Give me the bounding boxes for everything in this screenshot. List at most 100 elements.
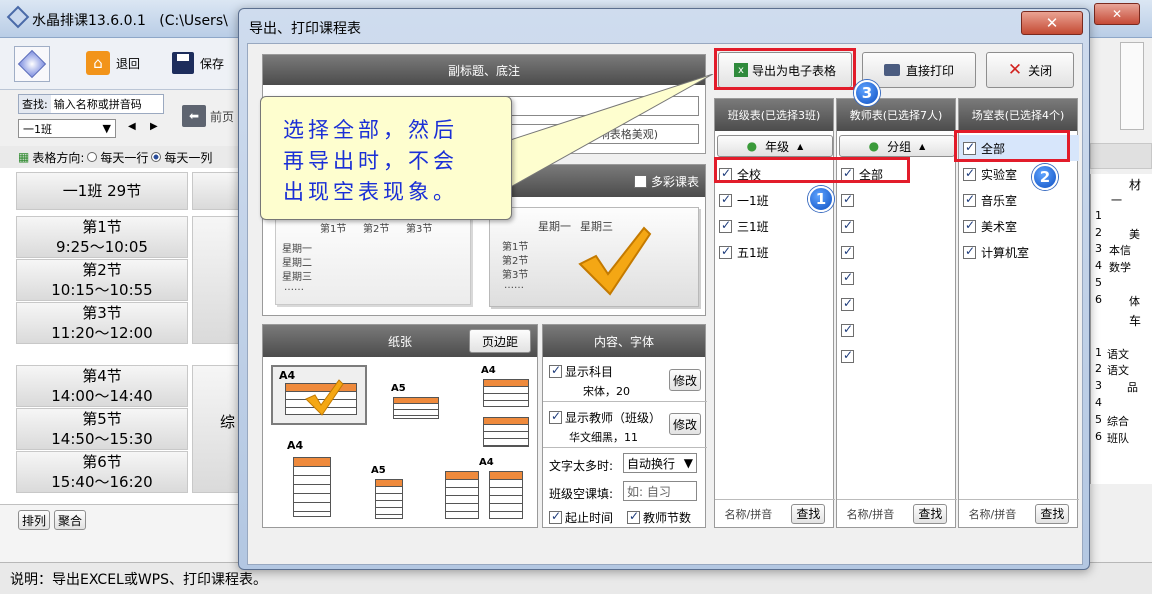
highlight-room-all bbox=[954, 130, 1070, 162]
content-section: 内容、字体 显示科目 宋体，20 修改 显示教师（班级） 华文细黑，11 修改 … bbox=[542, 324, 707, 528]
main-close-button[interactable]: ✕ bbox=[1094, 3, 1140, 25]
search-placeholder: 输入名称或拼音码 bbox=[53, 98, 142, 111]
sort-arrow-icon: ▲ bbox=[919, 141, 926, 151]
empty-fill-input[interactable]: 如: 自习 bbox=[623, 481, 697, 501]
teacher-item[interactable] bbox=[837, 187, 957, 213]
name-pinyin-input[interactable]: 名称/拼音 bbox=[725, 506, 773, 522]
arrange-button[interactable]: 排列 bbox=[18, 510, 50, 530]
filter-icon: ● bbox=[868, 139, 880, 153]
class-search: 名称/拼音 查找 bbox=[715, 499, 835, 527]
paper-a4-portrait[interactable]: A4 bbox=[285, 439, 337, 523]
teacher-item[interactable] bbox=[837, 291, 957, 317]
subject-font: 宋体，20 bbox=[583, 385, 630, 398]
find-button[interactable]: 查找 bbox=[791, 503, 826, 524]
find-button[interactable]: 查找 bbox=[1035, 503, 1070, 524]
period-row[interactable]: 第2节 10:15～10:55 bbox=[16, 259, 188, 301]
room-item[interactable]: 实验室 bbox=[959, 161, 1079, 187]
modify-subject-font-button[interactable]: 修改 bbox=[669, 369, 701, 391]
teacher-item[interactable] bbox=[837, 213, 957, 239]
paper-a4-landscape[interactable]: A4 bbox=[271, 365, 367, 425]
tooltip-callout: 选择全部，然后 再导出时，不会 出现空表现象。 bbox=[260, 96, 512, 220]
teacher-font: 华文细黑，11 bbox=[569, 431, 638, 444]
save-button[interactable]: 保存 bbox=[172, 50, 224, 76]
prev-page-button[interactable]: ⬅ 前页 bbox=[182, 103, 240, 129]
period-row[interactable]: 第6节 15:40～16:20 bbox=[16, 451, 188, 493]
grade-filter-button[interactable]: ● 年级 ▲ bbox=[717, 135, 833, 157]
class-select[interactable]: 一1班 ▼ bbox=[18, 119, 116, 138]
overflow-select[interactable]: 自动换行 ▼ bbox=[623, 453, 697, 473]
show-subject-checkbox[interactable] bbox=[549, 363, 562, 378]
highlight-export bbox=[714, 48, 856, 90]
close-button[interactable]: ✕ 关闭 bbox=[986, 52, 1074, 88]
highlight-school bbox=[714, 157, 910, 183]
start-end-checkbox[interactable] bbox=[549, 509, 562, 524]
group-filter-button[interactable]: ● 分组 ▲ bbox=[839, 135, 955, 157]
back-arrow-icon: ⬅ bbox=[182, 105, 206, 127]
exit-button[interactable]: ⌂ 退回 bbox=[86, 50, 140, 76]
merge-button[interactable]: 聚合 bbox=[54, 510, 86, 530]
paper-a4-split[interactable]: A4 bbox=[439, 457, 529, 523]
selected-check-icon bbox=[305, 379, 344, 416]
room-item[interactable]: 音乐室 bbox=[959, 187, 1079, 213]
margin-button[interactable]: 页边距 bbox=[469, 329, 531, 353]
name-pinyin-input[interactable]: 名称/拼音 bbox=[847, 506, 895, 522]
paper-a5-landscape[interactable]: A5 bbox=[389, 383, 443, 423]
step-badge-1: 1 bbox=[808, 186, 834, 212]
main-toolbar: ⌂ 退回 保存 bbox=[0, 38, 240, 90]
period-row[interactable]: 第4节 14:00～14:40 bbox=[16, 365, 188, 407]
style-preview-1[interactable]: 第1节 第2节 第3节 星期一 星期二 星期三 …… bbox=[275, 213, 471, 305]
period-row[interactable]: 第1节 9:25～10:05 bbox=[16, 216, 188, 258]
search-area: 查找: 输入名称或拼音码 一1班 ▼ ◀ ▶ ⬅ 前页 bbox=[0, 90, 240, 146]
selected-check-icon bbox=[578, 226, 652, 296]
tooltip-pointer bbox=[498, 74, 714, 195]
teacher-count-checkbox[interactable] bbox=[627, 509, 640, 524]
table-orientation-icon: ▦ bbox=[18, 150, 30, 164]
print-button[interactable]: 直接打印 bbox=[862, 52, 976, 88]
app-logo-icon bbox=[6, 5, 30, 29]
sort-arrow-icon: ▲ bbox=[797, 141, 804, 151]
teacher-item[interactable] bbox=[837, 239, 957, 265]
search-label: 查找: bbox=[19, 95, 51, 113]
right-schedule-strip: 材 一 1 2 3 4 5 6 美 本信 数学 体 车 1 2 3 4 5 6 … bbox=[1090, 38, 1152, 562]
period-row[interactable]: 第3节 11:20～12:00 bbox=[16, 302, 188, 344]
close-icon: ✕ bbox=[1111, 7, 1123, 21]
export-dialog: 导出、打印课程表 ✕ 副标题、底注 字，以免影响表格美观) 多彩课表 第1节 第… bbox=[238, 8, 1090, 570]
radio-row[interactable] bbox=[87, 152, 98, 162]
modify-teacher-font-button[interactable]: 修改 bbox=[669, 413, 701, 435]
teacher-search: 名称/拼音 查找 bbox=[837, 499, 957, 527]
name-pinyin-input[interactable]: 名称/拼音 bbox=[969, 506, 1017, 522]
content-header: 内容、字体 bbox=[543, 325, 705, 357]
search-input[interactable]: 查找: 输入名称或拼音码 bbox=[18, 94, 164, 114]
next-arrow-icon[interactable]: ▶ bbox=[150, 121, 158, 132]
teacher-item[interactable] bbox=[837, 265, 957, 291]
room-panel-header: 场室表(已选择4个) bbox=[959, 99, 1077, 131]
find-button[interactable]: 查找 bbox=[913, 503, 948, 524]
class-item[interactable]: 三1班 bbox=[715, 213, 835, 239]
main-window-title: 水晶排课13.6.0.1 (C:\Users\ bbox=[32, 13, 228, 29]
radio-column[interactable] bbox=[151, 152, 162, 162]
class-panel-header: 班级表(已选择3班) bbox=[715, 99, 833, 131]
filter-icon: ● bbox=[746, 139, 758, 153]
teacher-item[interactable] bbox=[837, 343, 957, 369]
teacher-panel-header: 教师表(已选择7人) bbox=[837, 99, 955, 131]
schedule-header[interactable]: 一1班 29节 bbox=[16, 172, 188, 210]
step-badge-2: 2 bbox=[1032, 164, 1058, 190]
dropdown-arrow-icon: ▼ bbox=[102, 122, 111, 135]
dialog-title: 导出、打印课程表 bbox=[249, 21, 361, 37]
class-item[interactable]: 五1班 bbox=[715, 239, 835, 265]
right-grid: 材 一 1 2 3 4 5 6 美 本信 数学 体 车 1 2 3 4 5 6 … bbox=[1090, 174, 1152, 484]
show-teacher-checkbox[interactable] bbox=[549, 409, 562, 424]
teacher-item[interactable] bbox=[837, 317, 957, 343]
step-badge-3: 3 bbox=[854, 80, 880, 106]
period-row[interactable]: 第5节 14:50～15:30 bbox=[16, 408, 188, 450]
home-icon: ⌂ bbox=[86, 51, 110, 75]
room-item[interactable]: 美术室 bbox=[959, 213, 1079, 239]
prev-arrow-icon[interactable]: ◀ bbox=[128, 121, 136, 132]
paper-a4-double[interactable]: A4 bbox=[479, 365, 531, 451]
dialog-close-button[interactable]: ✕ bbox=[1021, 11, 1083, 35]
room-item[interactable]: 计算机室 bbox=[959, 239, 1079, 265]
room-panel: 场室表(已选择4个) 全部 实验室 音乐室 美术室 计算机室 名称/拼音 查找 bbox=[958, 98, 1079, 528]
printer-icon bbox=[883, 64, 900, 76]
floppy-icon bbox=[172, 52, 194, 74]
paper-a5-portrait[interactable]: A5 bbox=[369, 465, 409, 523]
